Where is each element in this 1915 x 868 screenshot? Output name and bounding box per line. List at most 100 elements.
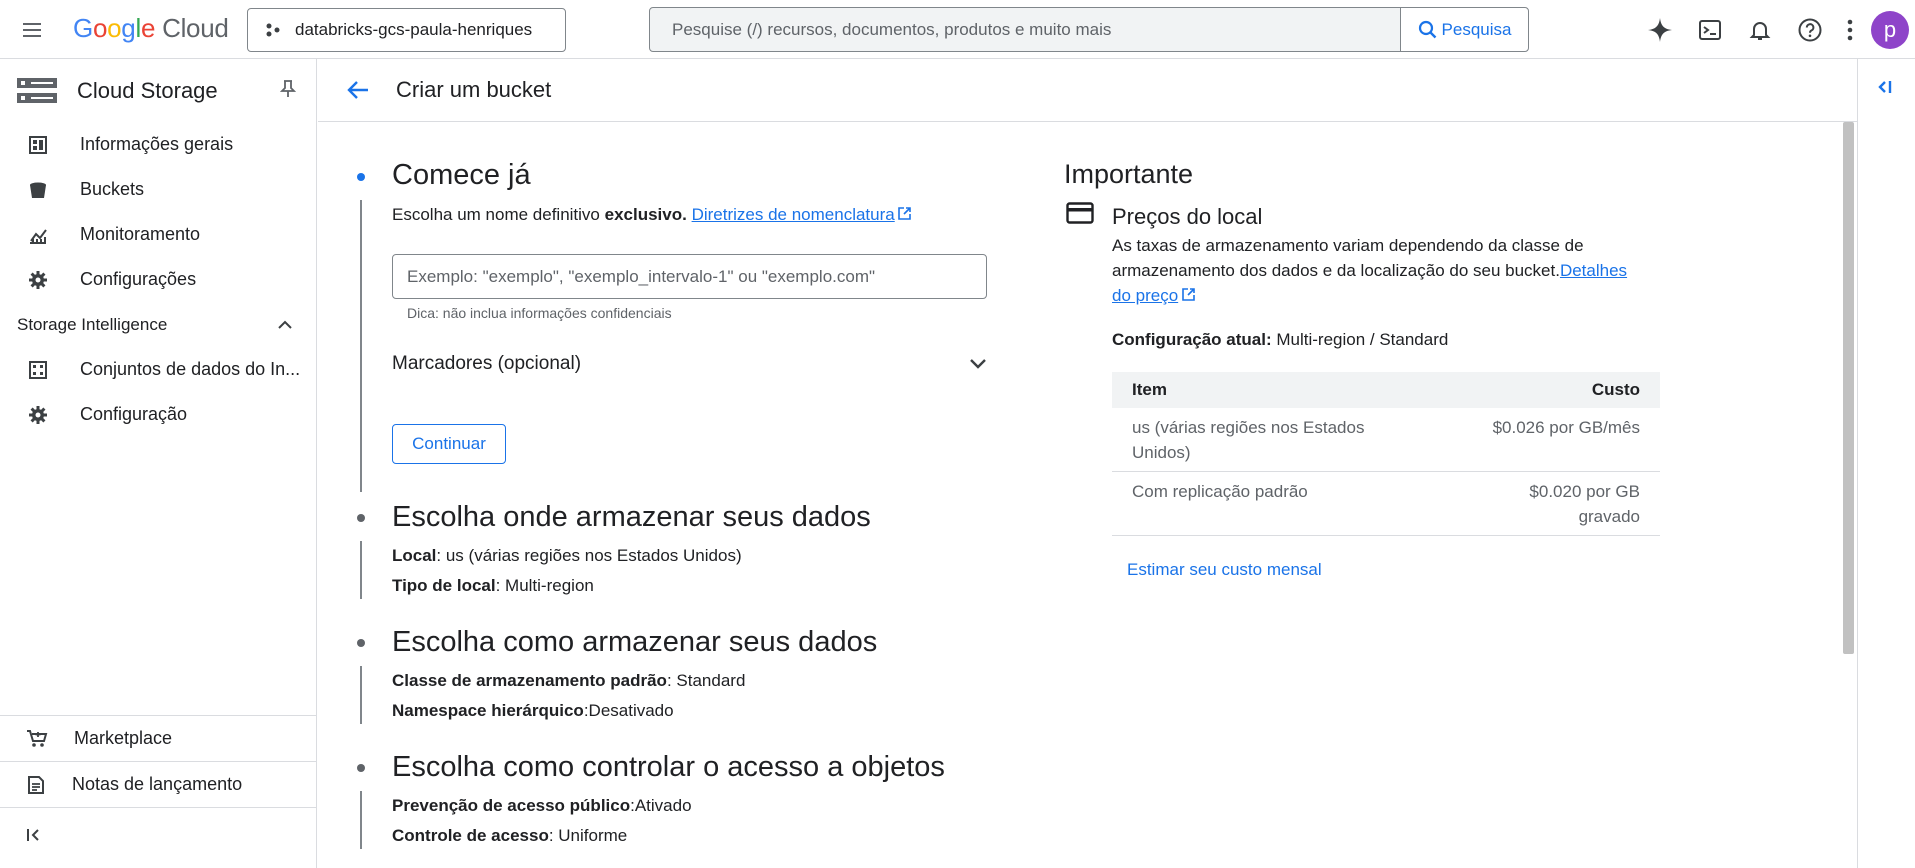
naming-guidelines-link[interactable]: Diretrizes de nomenclatura bbox=[692, 205, 895, 224]
current-config-value: Multi-region / Standard bbox=[1271, 330, 1449, 349]
hamburger-menu-icon[interactable] bbox=[18, 16, 46, 44]
sidebar-item-monitoring[interactable]: Monitoramento bbox=[0, 212, 316, 257]
step-1-title: Comece já bbox=[392, 159, 531, 191]
access-control-value: : Uniforme bbox=[548, 826, 628, 845]
pricing-table: Item Custo us (várias regiões nos Estado… bbox=[1112, 372, 1660, 536]
current-config: Configuração atual: Multi-region / Stand… bbox=[1112, 330, 1448, 350]
avatar[interactable]: p bbox=[1871, 10, 1909, 49]
step-1-desc-text: Escolha um nome definitivo bbox=[392, 205, 600, 224]
continue-button[interactable]: Continuar bbox=[392, 424, 506, 464]
table-cell-item: Com replicação padrão bbox=[1112, 471, 1420, 536]
table-header-row: Item Custo bbox=[1112, 372, 1660, 408]
pricing-details-link[interactable]: Detalhes bbox=[1560, 261, 1627, 280]
sidebar-item-label: Monitoramento bbox=[80, 224, 201, 244]
gemini-sparkle-icon[interactable] bbox=[1635, 5, 1685, 55]
step-1-description: Escolha um nome definitivo exclusivo. Di… bbox=[392, 205, 911, 225]
sidebar-item-marketplace[interactable]: Marketplace bbox=[0, 716, 316, 762]
pricing-card-title: Preços do local bbox=[1112, 204, 1263, 229]
google-cloud-logo[interactable]: Google Cloud bbox=[73, 13, 229, 44]
gear-icon bbox=[28, 405, 48, 425]
step-4-access-control: Controle de acesso: Uniforme bbox=[392, 826, 627, 846]
sidebar-item-overview[interactable]: Informações gerais bbox=[0, 122, 316, 167]
project-picker[interactable]: databricks-gcs-paula-henriques bbox=[247, 8, 566, 52]
sidebar-item-label: Buckets bbox=[80, 179, 145, 199]
step-2-location: Local: us (várias regiões nos Estados Un… bbox=[392, 546, 742, 566]
sidebar-item-label: Configuração bbox=[80, 404, 188, 424]
hierarchical-namespace-label: Namespace hierárquico bbox=[392, 701, 584, 720]
search-bar: Pesquisa bbox=[649, 7, 1529, 52]
step-3-hierarchical-namespace: Namespace hierárquico:Desativado bbox=[392, 701, 674, 721]
cloud-shell-icon[interactable] bbox=[1685, 5, 1735, 55]
project-name: databricks-gcs-paula-henriques bbox=[295, 20, 533, 39]
sidebar-item-label: Notas de lançamento bbox=[72, 774, 243, 794]
pin-icon[interactable] bbox=[280, 79, 296, 99]
bucket-icon bbox=[28, 180, 48, 200]
back-arrow-icon[interactable] bbox=[338, 70, 378, 110]
table-cell-cost: $0.026 por GB/mês bbox=[1420, 408, 1660, 472]
expand-panel-icon[interactable] bbox=[1874, 79, 1892, 95]
location-type-value: : Multi-region bbox=[495, 576, 594, 595]
cart-icon bbox=[26, 729, 48, 749]
column-header-cost: Custo bbox=[1420, 372, 1660, 408]
public-access-value: :Ativado bbox=[630, 796, 692, 815]
step-3-storage-class: Classe de armazenamento padrão: Standard bbox=[392, 671, 745, 691]
step-4-bullet bbox=[357, 764, 365, 772]
estimate-cost-link[interactable]: Estimar seu custo mensal bbox=[1127, 560, 1322, 580]
step-1-bullet bbox=[357, 173, 365, 181]
search-button[interactable]: Pesquisa bbox=[1400, 8, 1528, 51]
dataset-icon bbox=[28, 360, 48, 380]
pricing-desc-line1: As taxas de armazenamento variam depende… bbox=[1112, 236, 1584, 255]
location-label: Local bbox=[392, 546, 437, 565]
pricing-description: As taxas de armazenamento variam depende… bbox=[1112, 233, 1672, 308]
top-actions: p bbox=[1635, 0, 1915, 59]
collapse-sidebar-icon[interactable] bbox=[26, 827, 44, 843]
sidebar-item-buckets[interactable]: Buckets bbox=[0, 167, 316, 212]
step-4-title: Escolha como controlar o acesso a objeto… bbox=[392, 751, 945, 783]
storage-class-label: Classe de armazenamento padrão bbox=[392, 671, 667, 690]
table-cell-item: us (várias regiões nos Estados Unidos) bbox=[1112, 408, 1420, 472]
help-icon[interactable] bbox=[1785, 5, 1835, 55]
step-1-line bbox=[360, 200, 362, 492]
location-type-label: Tipo de local bbox=[392, 576, 496, 595]
important-title: Importante bbox=[1064, 159, 1194, 189]
credit-card-icon bbox=[1066, 202, 1094, 224]
sidebar-item-settings[interactable]: Configurações bbox=[0, 257, 316, 302]
step-4-public-access: Prevenção de acesso público:Ativado bbox=[392, 796, 692, 816]
search-button-label: Pesquisa bbox=[1441, 19, 1512, 39]
step-2-bullet bbox=[357, 514, 365, 522]
sidebar-section-storage-intelligence[interactable]: Storage Intelligence bbox=[0, 302, 316, 347]
more-vert-icon[interactable] bbox=[1835, 5, 1865, 55]
public-access-label: Prevenção de acesso público bbox=[392, 796, 631, 815]
step-3-line bbox=[360, 666, 362, 724]
notifications-bell-icon[interactable] bbox=[1735, 5, 1785, 55]
table-row: Com replicação padrão $0.020 por GB grava… bbox=[1112, 471, 1660, 536]
sidebar-item-label: Marketplace bbox=[74, 728, 173, 748]
labels-accordion[interactable]: Marcadores (opcional) bbox=[392, 348, 987, 380]
pricing-details-link-cont[interactable]: do preço bbox=[1112, 286, 1178, 305]
access-control-label: Controle de acesso bbox=[392, 826, 549, 845]
gear-icon bbox=[28, 270, 48, 290]
sidebar-item-release-notes[interactable]: Notas de lançamento bbox=[0, 762, 316, 808]
sidebar-section-label: Storage Intelligence bbox=[17, 314, 168, 334]
step-1-desc-bold: exclusivo. bbox=[604, 205, 687, 224]
sidebar-item-configuration[interactable]: Configuração bbox=[0, 392, 316, 437]
sidebar-item-label: Conjuntos de dados do In... bbox=[80, 359, 301, 379]
scrollbar[interactable] bbox=[1843, 122, 1854, 654]
table-row: us (várias regiões nos Estados Unidos) $0… bbox=[1112, 408, 1660, 472]
current-config-label: Configuração atual: bbox=[1112, 330, 1272, 349]
step-3-title: Escolha como armazenar seus dados bbox=[392, 626, 878, 658]
cloud-storage-icon bbox=[17, 76, 57, 106]
step-2-title: Escolha onde armazenar seus dados bbox=[392, 501, 871, 533]
labels-accordion-label: Marcadores (opcional) bbox=[392, 353, 582, 374]
column-header-item: Item bbox=[1112, 372, 1420, 408]
chevron-down-icon bbox=[969, 358, 987, 370]
page-title: Criar um bucket bbox=[396, 77, 552, 102]
sidebar-item-label: Informações gerais bbox=[80, 134, 234, 154]
bucket-name-hint: Dica: não inclua informações confidencia… bbox=[407, 305, 672, 321]
pricing-desc-line2: armazenamento dos dados e da localização… bbox=[1112, 261, 1560, 280]
bucket-name-input[interactable] bbox=[392, 254, 987, 299]
chevron-up-icon bbox=[278, 320, 292, 330]
search-input[interactable] bbox=[650, 8, 1400, 51]
sidebar-item-datasets[interactable]: Conjuntos de dados do In... bbox=[0, 347, 316, 392]
sidebar-item-label: Configurações bbox=[80, 269, 197, 289]
